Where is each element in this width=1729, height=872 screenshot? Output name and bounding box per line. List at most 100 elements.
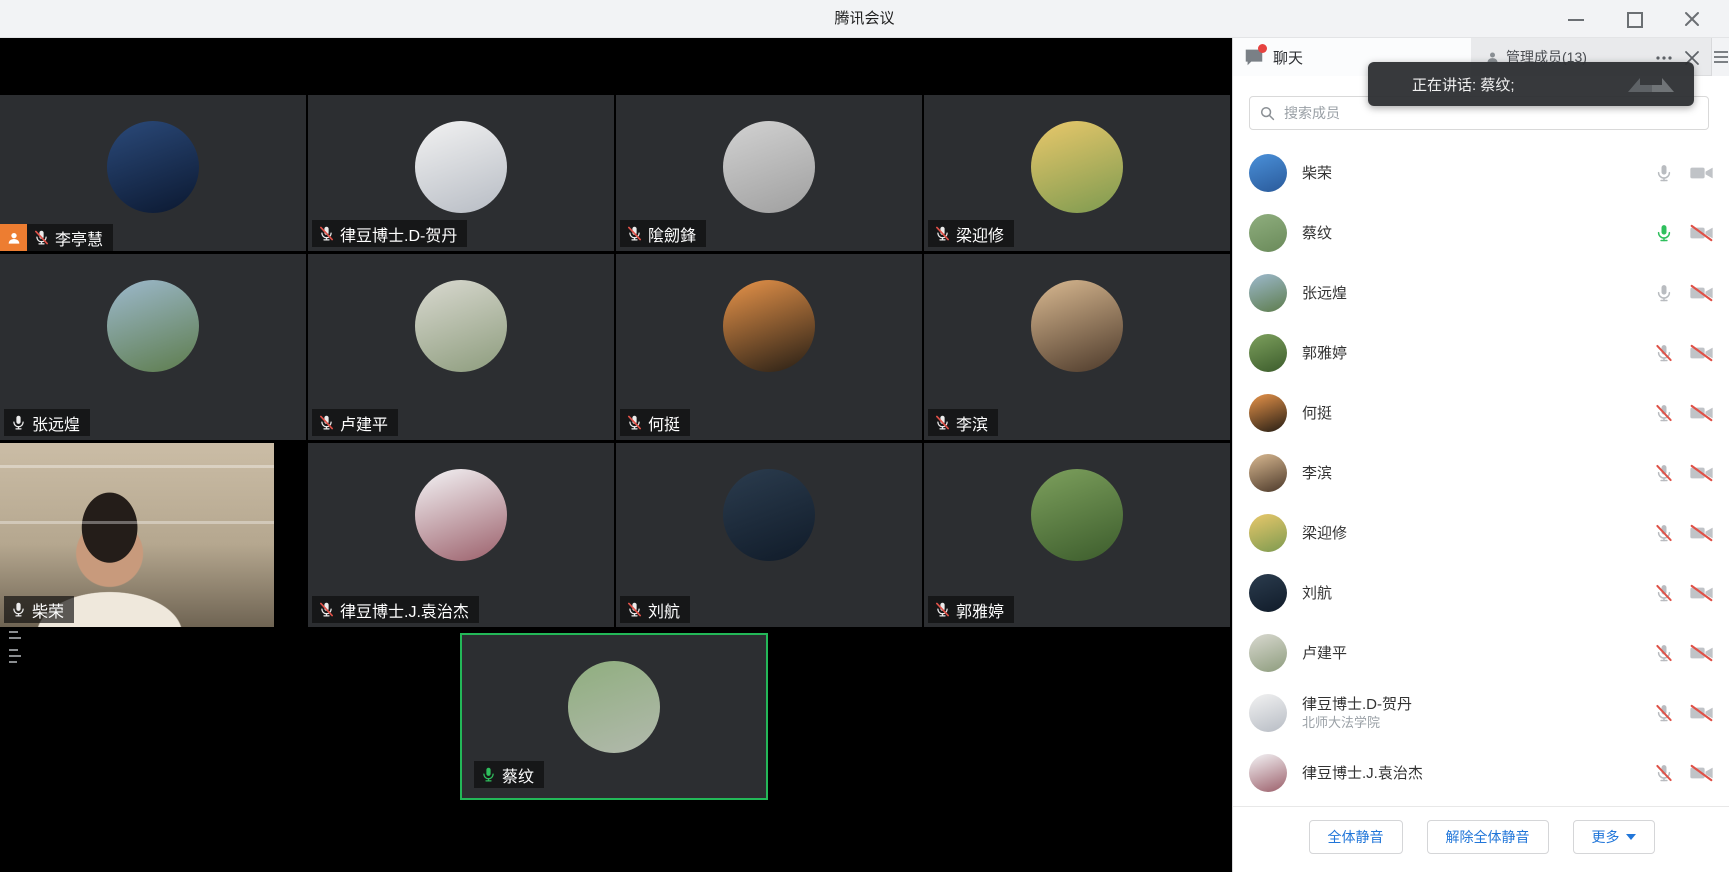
footer-divider bbox=[1233, 806, 1729, 807]
caret-down-icon bbox=[1626, 834, 1636, 840]
member-avatar bbox=[1249, 394, 1287, 432]
unmute-all-button[interactable]: 解除全体静音 bbox=[1427, 820, 1549, 854]
member-row[interactable]: 律豆博士.D-贺丹北师大法学院 bbox=[1233, 683, 1729, 743]
video-tile[interactable]: 李滨 bbox=[924, 254, 1230, 440]
participant-name: 刘航 bbox=[648, 598, 680, 622]
member-text: 律豆博士.D-贺丹北师大法学院 bbox=[1302, 695, 1654, 731]
member-avatar bbox=[1249, 754, 1287, 792]
reply-arrows-icon bbox=[1622, 70, 1680, 98]
member-row[interactable]: 何挺 bbox=[1233, 383, 1729, 443]
video-tile[interactable]: 何挺 bbox=[616, 254, 922, 440]
video-tile[interactable]: 蔡纹 bbox=[460, 633, 768, 800]
participant-name-tag: 卢建平 bbox=[312, 409, 398, 436]
participant-name-tag: 郭雅婷 bbox=[928, 596, 1014, 623]
mic-icon bbox=[318, 225, 335, 242]
maximize-icon[interactable] bbox=[1625, 10, 1643, 28]
camera-icon bbox=[1689, 643, 1714, 663]
participant-name: 郭雅婷 bbox=[956, 598, 1004, 622]
search-input[interactable] bbox=[1282, 104, 1698, 122]
participant-name: 蔡纹 bbox=[502, 763, 534, 787]
participant-name-tag: 蔡纹 bbox=[474, 761, 544, 788]
member-avatar bbox=[1249, 274, 1287, 312]
minimize-icon[interactable] bbox=[1567, 10, 1585, 28]
member-name: 卢建平 bbox=[1302, 644, 1654, 663]
participant-name: 李滨 bbox=[956, 411, 988, 435]
participant-name-tag: 何挺 bbox=[620, 409, 690, 436]
video-tile[interactable]: 张远煌 bbox=[0, 254, 306, 440]
camera-icon bbox=[1689, 403, 1714, 423]
video-tile[interactable]: 律豆博士.J.袁治杰 bbox=[308, 443, 614, 627]
member-text: 郭雅婷 bbox=[1302, 344, 1654, 363]
participant-name-tag: 隂劒鋒 bbox=[620, 220, 706, 247]
member-row[interactable]: 张远煌 bbox=[1233, 263, 1729, 323]
window-title: 腾讯会议 bbox=[834, 0, 894, 38]
video-tile[interactable]: 刘航 bbox=[616, 443, 922, 627]
video-tile[interactable]: 李亭慧 bbox=[0, 95, 306, 251]
mic-icon bbox=[1654, 403, 1674, 423]
notification-dot bbox=[1258, 44, 1267, 53]
camera-icon bbox=[1689, 583, 1714, 603]
participant-avatar bbox=[415, 280, 507, 372]
member-name: 梁迎修 bbox=[1302, 524, 1654, 543]
participant-name: 何挺 bbox=[648, 411, 680, 435]
member-row[interactable]: 李滨 bbox=[1233, 443, 1729, 503]
close-window-icon[interactable] bbox=[1683, 10, 1701, 28]
participant-name-tag: 柴荣 bbox=[4, 596, 74, 623]
participant-name: 律豆博士.D-贺丹 bbox=[340, 222, 457, 246]
member-name: 刘航 bbox=[1302, 584, 1654, 603]
member-avatar bbox=[1249, 334, 1287, 372]
member-row[interactable]: 郭雅婷 bbox=[1233, 323, 1729, 383]
member-text: 梁迎修 bbox=[1302, 524, 1654, 543]
member-row[interactable]: 律豆博士.J.袁治杰 bbox=[1233, 743, 1729, 803]
member-text: 张远煌 bbox=[1302, 284, 1654, 303]
host-badge bbox=[0, 224, 27, 251]
more-button[interactable]: 更多 bbox=[1573, 820, 1655, 854]
mic-icon bbox=[1654, 343, 1674, 363]
video-tile[interactable]: 梁迎修 bbox=[924, 95, 1230, 251]
mic-icon bbox=[934, 414, 951, 431]
camera-icon bbox=[1689, 463, 1714, 483]
mic-icon bbox=[318, 414, 335, 431]
participant-name: 卢建平 bbox=[340, 411, 388, 435]
members-panel: 聊天 管理成员(13) 柴荣 蔡纹 bbox=[1232, 38, 1729, 872]
video-tile[interactable]: 卢建平 bbox=[308, 254, 614, 440]
member-row[interactable]: 梁迎修 bbox=[1233, 503, 1729, 563]
mic-icon bbox=[1654, 523, 1674, 543]
video-tile[interactable]: 律豆博士.D-贺丹 bbox=[308, 95, 614, 251]
video-tile[interactable]: 郭雅婷 bbox=[924, 443, 1230, 627]
participant-name: 梁迎修 bbox=[956, 222, 1004, 246]
mute-all-button[interactable]: 全体静音 bbox=[1309, 820, 1403, 854]
shelf-line bbox=[0, 521, 274, 524]
member-name: 律豆博士.J.袁治杰 bbox=[1302, 764, 1654, 783]
member-row[interactable]: 蔡纹 bbox=[1233, 203, 1729, 263]
member-row[interactable]: 卢建平 bbox=[1233, 623, 1729, 683]
video-tile[interactable]: 柴荣 bbox=[0, 443, 274, 627]
participant-avatar bbox=[1031, 121, 1123, 213]
mic-icon bbox=[1654, 223, 1674, 243]
mic-icon bbox=[480, 766, 497, 783]
member-row[interactable]: 柴荣 bbox=[1233, 143, 1729, 203]
participant-avatar bbox=[723, 280, 815, 372]
member-text: 刘航 bbox=[1302, 584, 1654, 603]
participant-name: 律豆博士.J.袁治杰 bbox=[340, 598, 469, 622]
chat-icon bbox=[1243, 46, 1265, 68]
mic-icon bbox=[1654, 763, 1674, 783]
participant-avatar bbox=[415, 121, 507, 213]
member-name: 郭雅婷 bbox=[1302, 344, 1654, 363]
mic-icon bbox=[10, 414, 27, 431]
member-text: 蔡纹 bbox=[1302, 224, 1654, 243]
menu-icon[interactable] bbox=[1711, 38, 1729, 76]
video-tile[interactable]: 隂劒鋒 bbox=[616, 95, 922, 251]
participant-avatar bbox=[723, 469, 815, 561]
panel-footer: 全体静音 解除全体静音 更多 bbox=[1233, 820, 1729, 854]
camera-icon bbox=[1689, 283, 1714, 303]
muted-mic-icon bbox=[1382, 74, 1402, 94]
member-avatar bbox=[1249, 214, 1287, 252]
member-avatar bbox=[1249, 454, 1287, 492]
member-row[interactable]: 刘航 bbox=[1233, 563, 1729, 623]
tab-chat-label: 聊天 bbox=[1273, 47, 1303, 68]
member-text: 李滨 bbox=[1302, 464, 1654, 483]
member-name: 律豆博士.D-贺丹 bbox=[1302, 695, 1654, 714]
shelf-line bbox=[0, 465, 274, 468]
participant-avatar bbox=[107, 280, 199, 372]
